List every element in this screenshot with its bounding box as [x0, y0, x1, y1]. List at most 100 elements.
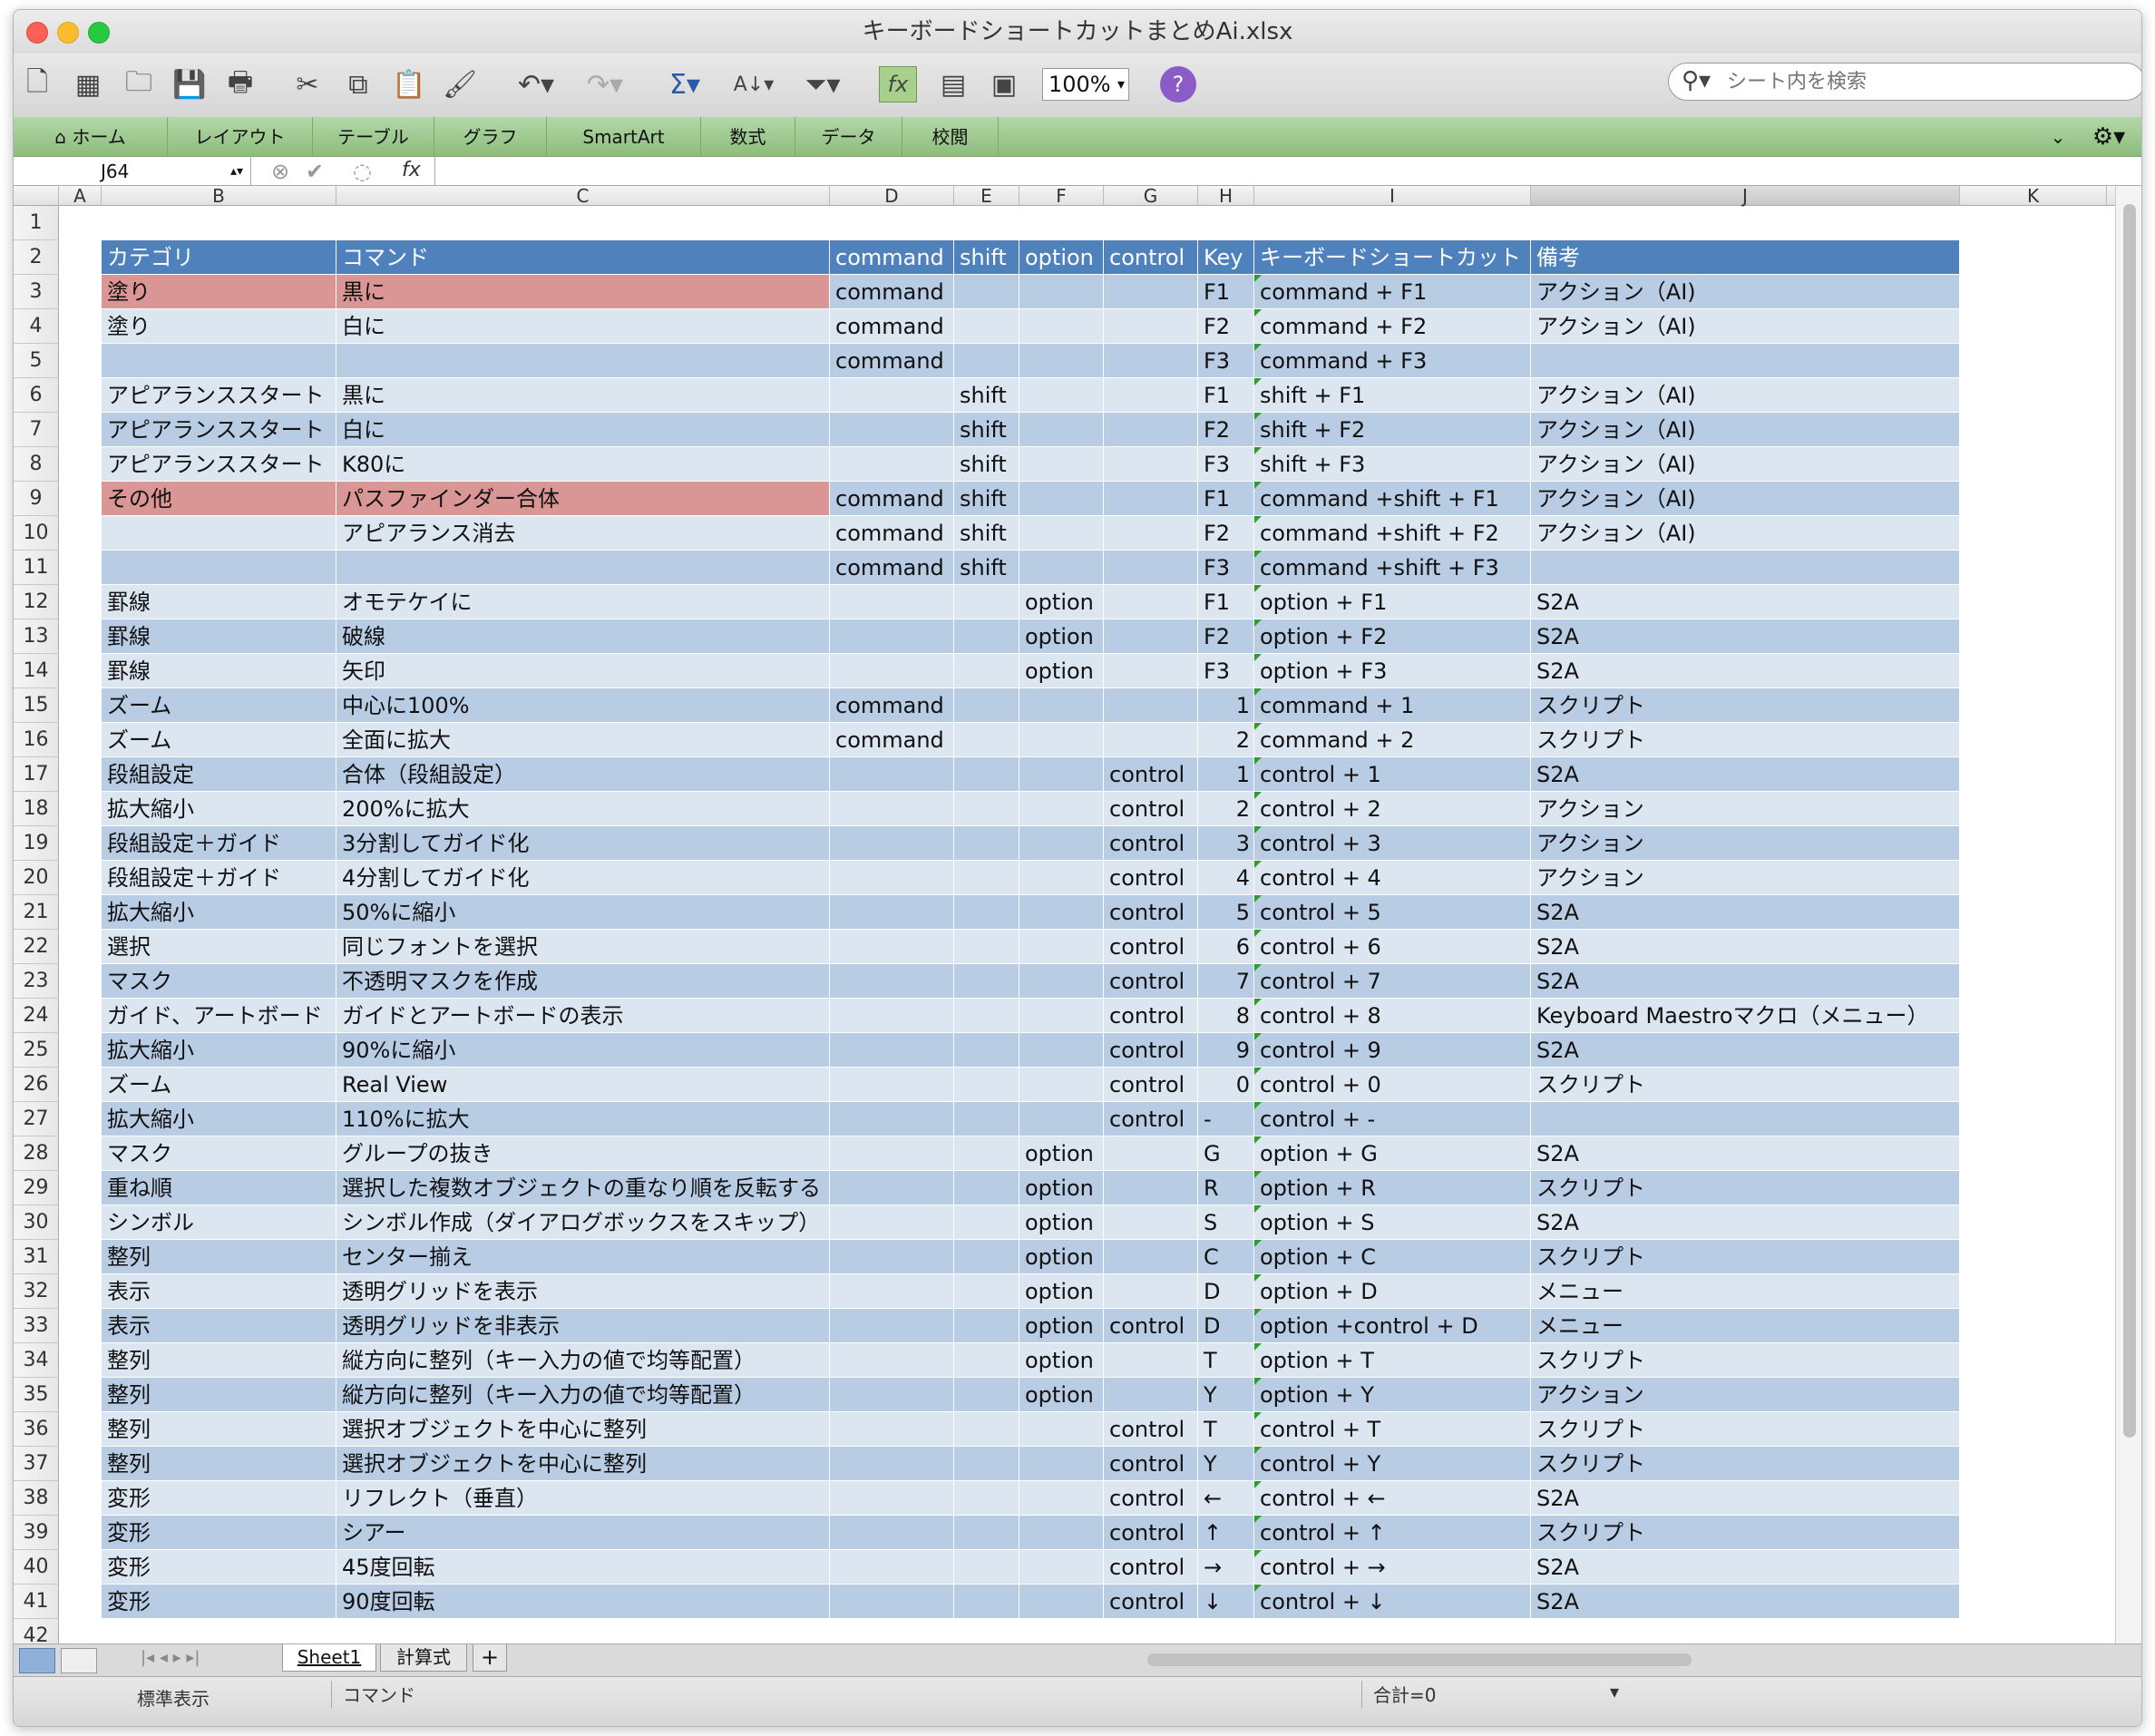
- table-cell[interactable]: F3: [1198, 551, 1254, 585]
- table-cell[interactable]: スクリプト: [1531, 1516, 1960, 1550]
- table-cell[interactable]: 合体（段組設定）: [336, 757, 830, 792]
- row-header[interactable]: 4: [14, 309, 59, 344]
- table-cell[interactable]: アピアランススタート: [102, 413, 336, 447]
- table-cell[interactable]: option: [1019, 240, 1104, 275]
- sheet-tab-sheet1[interactable]: Sheet1: [282, 1644, 376, 1672]
- table-cell[interactable]: [954, 895, 1019, 930]
- table-cell[interactable]: [1019, 1481, 1104, 1516]
- new-from-template-icon[interactable]: ▦: [70, 66, 106, 102]
- table-cell[interactable]: [830, 861, 954, 895]
- table-cell[interactable]: ガイド、アートボード: [102, 999, 336, 1033]
- table-cell[interactable]: [1104, 1240, 1198, 1274]
- table-cell[interactable]: [830, 1412, 954, 1447]
- table-cell[interactable]: コマンド: [336, 240, 830, 275]
- table-cell[interactable]: control: [1104, 1447, 1198, 1481]
- table-cell[interactable]: [954, 275, 1019, 309]
- row-header[interactable]: 31: [14, 1240, 59, 1274]
- table-cell[interactable]: [1019, 826, 1104, 861]
- row-header[interactable]: 35: [14, 1378, 59, 1412]
- table-cell[interactable]: S2A: [1531, 1136, 1960, 1171]
- page-layout-view-icon[interactable]: [61, 1648, 97, 1673]
- table-cell[interactable]: option: [1019, 1343, 1104, 1378]
- table-cell[interactable]: control + ↓: [1254, 1585, 1531, 1619]
- sum-status[interactable]: 合計=0 ▾: [1361, 1681, 1624, 1708]
- table-cell[interactable]: スクリプト: [1531, 1068, 1960, 1102]
- table-cell[interactable]: C: [1198, 1240, 1254, 1274]
- row-header[interactable]: 39: [14, 1516, 59, 1550]
- table-cell[interactable]: [1104, 482, 1198, 516]
- table-cell[interactable]: control + 5: [1254, 895, 1531, 930]
- formula-builder-icon[interactable]: fx: [879, 66, 917, 102]
- tab-data[interactable]: データ: [795, 117, 902, 157]
- table-cell[interactable]: control + -: [1254, 1102, 1531, 1136]
- table-cell[interactable]: Keyboard Maestroマクロ（メニュー）: [1531, 999, 1960, 1033]
- table-cell[interactable]: [830, 1343, 954, 1378]
- table-cell[interactable]: 9: [1198, 1033, 1254, 1068]
- table-cell[interactable]: 変形: [102, 1550, 336, 1585]
- table-cell[interactable]: S2A: [1531, 1033, 1960, 1068]
- table-cell[interactable]: 破線: [336, 619, 830, 654]
- row-header[interactable]: 26: [14, 1068, 59, 1102]
- table-cell[interactable]: ズーム: [102, 688, 336, 723]
- table-cell[interactable]: option + S: [1254, 1205, 1531, 1240]
- row-header[interactable]: 30: [14, 1205, 59, 1240]
- table-cell[interactable]: 6: [1198, 930, 1254, 964]
- add-sheet-icon[interactable]: +: [473, 1644, 507, 1672]
- table-cell[interactable]: shift: [954, 551, 1019, 585]
- column-header[interactable]: I: [1254, 186, 1531, 206]
- table-cell[interactable]: 5: [1198, 895, 1254, 930]
- table-cell[interactable]: -: [1198, 1102, 1254, 1136]
- table-cell[interactable]: スクリプト: [1531, 1447, 1960, 1481]
- format-brush-icon[interactable]: 🖌: [442, 66, 478, 102]
- table-cell[interactable]: control + →: [1254, 1550, 1531, 1585]
- row-header[interactable]: 21: [14, 895, 59, 930]
- table-cell[interactable]: 拡大縮小: [102, 792, 336, 826]
- table-cell[interactable]: command +shift + F1: [1254, 482, 1531, 516]
- redo-icon[interactable]: ↷▾: [580, 66, 630, 102]
- table-cell[interactable]: D: [1198, 1274, 1254, 1309]
- table-cell[interactable]: [954, 585, 1019, 619]
- table-cell[interactable]: [1019, 516, 1104, 551]
- table-cell[interactable]: S2A: [1531, 654, 1960, 688]
- table-cell[interactable]: [1104, 619, 1198, 654]
- table-cell[interactable]: オモテケイに: [336, 585, 830, 619]
- table-cell[interactable]: アピアランススタート: [102, 378, 336, 413]
- table-cell[interactable]: control + ↑: [1254, 1516, 1531, 1550]
- table-cell[interactable]: 選択オブジェクトを中心に整列: [336, 1447, 830, 1481]
- scroll-thumb[interactable]: [2123, 204, 2136, 1438]
- table-cell[interactable]: [954, 930, 1019, 964]
- table-cell[interactable]: [1019, 1550, 1104, 1585]
- table-cell[interactable]: [1019, 482, 1104, 516]
- tab-table[interactable]: テーブル: [313, 117, 434, 157]
- table-cell[interactable]: option + D: [1254, 1274, 1531, 1309]
- table-cell[interactable]: control: [1104, 1033, 1198, 1068]
- table-cell[interactable]: control: [1104, 964, 1198, 999]
- vertical-scrollbar[interactable]: [2115, 186, 2141, 1643]
- column-header[interactable]: K: [1960, 186, 2107, 206]
- table-cell[interactable]: 200%に拡大: [336, 792, 830, 826]
- table-cell[interactable]: [830, 826, 954, 861]
- table-cell[interactable]: [954, 619, 1019, 654]
- row-header[interactable]: 27: [14, 1102, 59, 1136]
- table-cell[interactable]: [1019, 964, 1104, 999]
- table-cell[interactable]: アクション: [1531, 826, 1960, 861]
- table-cell[interactable]: [1019, 309, 1104, 344]
- table-cell[interactable]: control: [1104, 1585, 1198, 1619]
- table-cell[interactable]: S2A: [1531, 1585, 1960, 1619]
- table-cell[interactable]: カテゴリ: [102, 240, 336, 275]
- table-cell[interactable]: [1531, 1102, 1960, 1136]
- table-cell[interactable]: 表示: [102, 1309, 336, 1343]
- table-cell[interactable]: [1104, 413, 1198, 447]
- table-cell[interactable]: [830, 447, 954, 482]
- table-cell[interactable]: T: [1198, 1343, 1254, 1378]
- table-cell[interactable]: S2A: [1531, 619, 1960, 654]
- table-cell[interactable]: 中心に100%: [336, 688, 830, 723]
- table-cell[interactable]: [830, 895, 954, 930]
- collapse-ribbon-icon[interactable]: ⌄: [2040, 117, 2076, 157]
- table-cell[interactable]: F1: [1198, 378, 1254, 413]
- table-cell[interactable]: [1019, 895, 1104, 930]
- table-cell[interactable]: [1019, 1102, 1104, 1136]
- sheet-tab-formulas[interactable]: 計算式: [380, 1644, 467, 1672]
- table-cell[interactable]: control + ←: [1254, 1481, 1531, 1516]
- tab-chart[interactable]: グラフ: [434, 117, 547, 157]
